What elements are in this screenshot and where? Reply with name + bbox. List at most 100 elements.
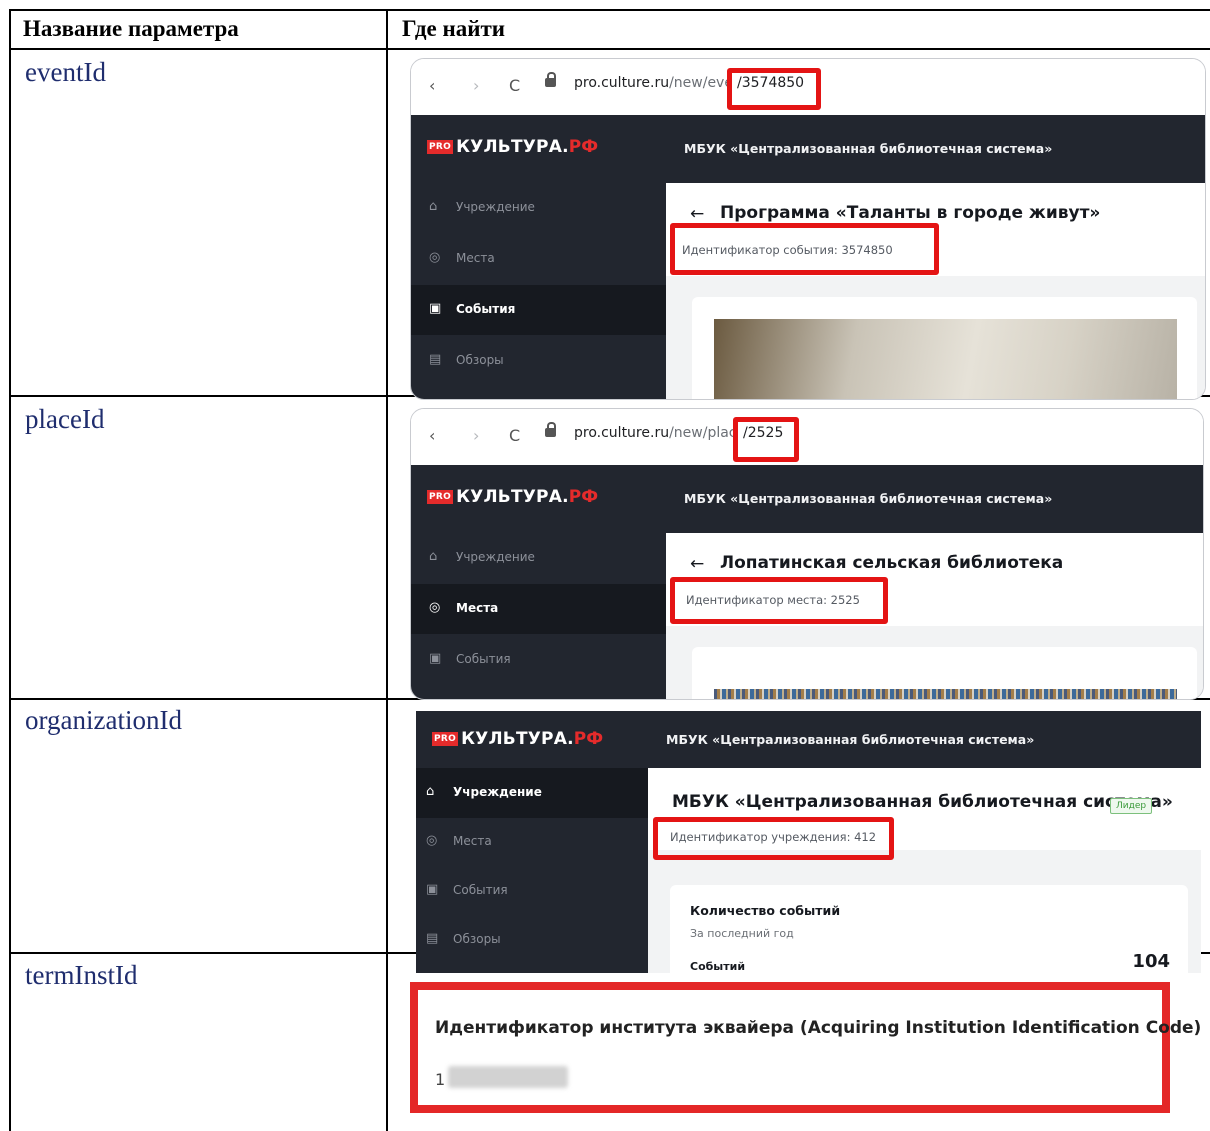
acquirer-id-title: Идентификатор института эквайера (Acquir… [435,1018,1202,1038]
calendar-icon: ▣ [429,651,442,666]
calendar-icon: ▣ [426,882,439,897]
sidebar-label: Обзоры [456,353,504,367]
back-nav-icon[interactable]: ‹ [429,76,435,95]
sidebar-item-places[interactable]: ◎ Места [411,234,666,284]
content-area: МБУК «Централизованная библиотечная сист… [648,768,1201,973]
sidebar-label: События [453,883,508,897]
page-title: Программа «Таланты в городе живут» [720,203,1101,223]
sidebar-item-places[interactable]: ◎ Места [411,584,666,634]
highlight-organization-id [653,817,894,860]
place-image-card [692,647,1197,699]
lock-icon [545,72,556,87]
logo-rf: РФ [568,487,599,507]
param-organization-id: organizationId [25,705,182,735]
table-border-left [9,9,11,1131]
table-border-header [9,48,1210,50]
app-topbar: PRO КУЛЬТУРА. РФ МБУК «Централизованная би… [416,711,1201,768]
calendar-icon: ▣ [429,301,442,316]
logo-rf: РФ [568,137,599,157]
param-place-id: placeId [25,404,105,434]
forward-nav-icon[interactable]: › [473,76,479,95]
location-pin-icon: ◎ [429,250,441,265]
sidebar-item-places[interactable]: ◎ Места [416,817,648,867]
browser-address-bar: ‹ › C pro.culture.ru/new/plac /2525 [411,409,1203,465]
sidebar-label: Обзоры [453,932,501,946]
card-title: Количество событий [690,903,841,918]
sidebar-label: Учреждение [456,200,535,214]
place-photo [714,689,1177,699]
highlight-place-id [670,577,888,624]
url-text[interactable]: pro.culture.ru/new/plac [574,425,737,441]
sidebar-label: События [456,652,511,666]
app-topbar: PRO КУЛЬТУРА. РФ МБУК «Централизованная би… [411,115,1205,183]
logo[interactable]: PRO КУЛЬТУРА. РФ [427,137,598,157]
logo-main: КУЛЬТУРА. [456,137,569,157]
org-title: МБУК «Централизованная библиотечная сист… [666,732,1035,747]
logo[interactable]: PRO КУЛЬТУРА. РФ [432,729,603,749]
sidebar: ⌂ Учреждение ◎ Места ▣ События ▤ Обзоры [416,768,648,973]
sidebar-label: Учреждение [456,550,535,564]
sidebar-item-events[interactable]: ▣ События [416,866,648,916]
home-icon: ⌂ [429,199,438,214]
sidebar-label: Места [456,601,499,615]
logo-rf: РФ [573,729,604,749]
logo-main: КУЛЬТУРА. [461,729,574,749]
page-title: МБУК «Централизованная библиотечная сист… [672,792,1173,812]
card-subtitle: За последний год [690,927,794,940]
event-image-card [692,297,1197,399]
forward-nav-icon[interactable]: › [473,426,479,445]
table-border-middle [386,9,388,1131]
back-arrow-icon[interactable]: ← [690,204,704,224]
back-arrow-icon[interactable]: ← [690,554,704,574]
sidebar-label: Учреждение [453,785,542,799]
logo-pro: PRO [427,490,454,504]
highlight-event-id [670,223,939,275]
url-text[interactable]: pro.culture.ru/new/even [574,75,742,91]
sidebar-label: Места [456,251,495,265]
table-border-top [9,9,1210,11]
sidebar: ⌂ Учреждение ◎ Места ▣ События ▤ Обзоры [411,183,666,399]
blurred-value [448,1066,568,1088]
logo-pro: PRO [432,732,459,746]
url-domain: pro.culture.ru [574,425,670,441]
sidebar-item-institution[interactable]: ⌂ Учреждение [411,183,666,233]
logo-pro: PRO [427,140,454,154]
param-term-inst-id: termInstId [25,960,138,990]
sidebar-item-events[interactable]: ▣ События [411,635,666,685]
document-icon: ▤ [429,352,442,367]
sidebar-item-institution[interactable]: ⌂ Учреждение [416,768,648,818]
place-screenshot: ‹ › C pro.culture.ru/new/plac /2525 PRO К… [410,408,1204,700]
highlight-url-place-id [733,417,799,462]
logo-main: КУЛЬТУРА. [456,487,569,507]
sidebar-label: Места [453,834,492,848]
sidebar-item-reviews[interactable]: ▤ Обзоры [416,915,648,965]
url-domain: pro.culture.ru [574,75,670,91]
sidebar-label: События [456,302,516,316]
sidebar: ⌂ Учреждение ◎ Места ▣ События [411,533,666,699]
org-title: МБУК «Централизованная библиотечная сист… [684,141,1053,156]
location-pin-icon: ◎ [426,833,438,848]
event-photo [714,319,1177,399]
back-nav-icon[interactable]: ‹ [429,426,435,445]
url-path: /new/plac [669,425,737,441]
leader-badge: Лидер [1110,798,1153,814]
document-icon: ▤ [426,931,439,946]
reload-icon[interactable]: C [509,76,520,95]
sidebar-item-events[interactable]: ▣ События [411,285,666,335]
location-pin-icon: ◎ [429,600,441,615]
card-label: Событий [690,960,746,973]
logo[interactable]: PRO КУЛЬТУРА. РФ [427,487,598,507]
reload-icon[interactable]: C [509,426,520,445]
lock-icon [545,422,556,437]
page-title: Лопатинская сельская библиотека [720,553,1064,573]
events-count-card: Количество событий За последний год Собы… [670,885,1188,973]
home-icon: ⌂ [426,784,435,799]
sidebar-item-institution[interactable]: ⌂ Учреждение [411,533,666,583]
events-count-value: 104 [1132,951,1170,972]
home-icon: ⌂ [429,549,438,564]
acquirer-id-value: 1 [435,1070,446,1089]
app-topbar: PRO КУЛЬТУРА. РФ МБУК «Централизованная би… [411,465,1203,533]
org-title: МБУК «Централизованная библиотечная сист… [684,491,1053,506]
sidebar-item-reviews[interactable]: ▤ Обзоры [411,336,666,386]
highlight-url-event-id [727,68,821,110]
